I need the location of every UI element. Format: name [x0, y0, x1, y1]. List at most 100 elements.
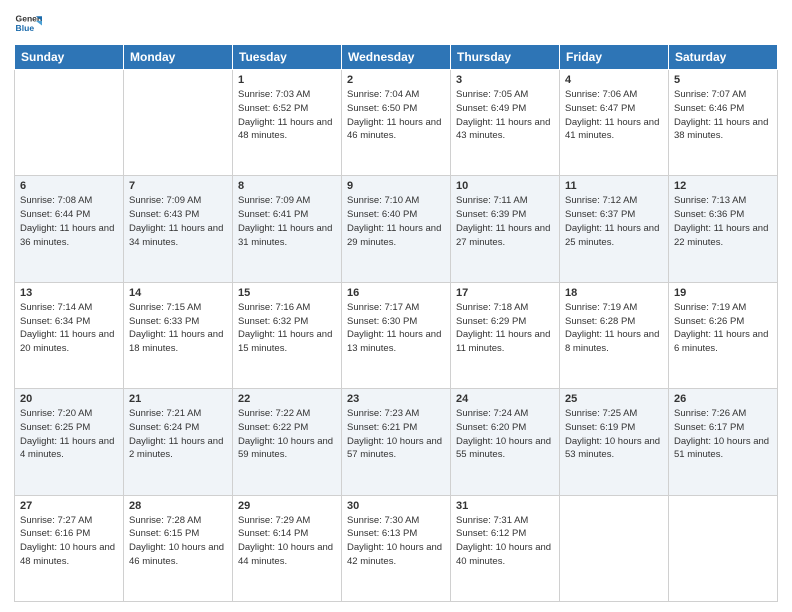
day-number: 11 [565, 180, 663, 192]
day-number: 24 [456, 393, 554, 405]
calendar-cell: 28 Sunrise: 7:28 AM Sunset: 6:15 PM Dayli… [124, 495, 233, 601]
day-number: 21 [129, 393, 227, 405]
calendar-cell: 15 Sunrise: 7:16 AM Sunset: 6:32 PM Dayli… [233, 282, 342, 388]
calendar-table: SundayMondayTuesdayWednesdayThursdayFrid… [14, 44, 778, 602]
day-info: Sunrise: 7:09 AM Sunset: 6:41 PM Dayligh… [238, 194, 336, 249]
day-number: 31 [456, 500, 554, 512]
day-info: Sunrise: 7:31 AM Sunset: 6:12 PM Dayligh… [456, 514, 554, 569]
calendar-cell: 10 Sunrise: 7:11 AM Sunset: 6:39 PM Dayli… [451, 176, 560, 282]
calendar-cell: 16 Sunrise: 7:17 AM Sunset: 6:30 PM Dayli… [342, 282, 451, 388]
day-info: Sunrise: 7:15 AM Sunset: 6:33 PM Dayligh… [129, 301, 227, 356]
day-info: Sunrise: 7:17 AM Sunset: 6:30 PM Dayligh… [347, 301, 445, 356]
calendar-cell: 29 Sunrise: 7:29 AM Sunset: 6:14 PM Dayli… [233, 495, 342, 601]
calendar-day-header: Wednesday [342, 45, 451, 70]
calendar-day-header: Sunday [15, 45, 124, 70]
calendar-cell [560, 495, 669, 601]
day-info: Sunrise: 7:08 AM Sunset: 6:44 PM Dayligh… [20, 194, 118, 249]
calendar-cell [15, 70, 124, 176]
day-number: 25 [565, 393, 663, 405]
day-info: Sunrise: 7:12 AM Sunset: 6:37 PM Dayligh… [565, 194, 663, 249]
day-number: 4 [565, 74, 663, 86]
logo: General Blue [14, 10, 42, 38]
calendar-week-row: 6 Sunrise: 7:08 AM Sunset: 6:44 PM Daylig… [15, 176, 778, 282]
calendar-cell: 5 Sunrise: 7:07 AM Sunset: 6:46 PM Daylig… [669, 70, 778, 176]
calendar-cell [669, 495, 778, 601]
calendar-cell: 26 Sunrise: 7:26 AM Sunset: 6:17 PM Dayli… [669, 389, 778, 495]
calendar-cell: 8 Sunrise: 7:09 AM Sunset: 6:41 PM Daylig… [233, 176, 342, 282]
day-info: Sunrise: 7:14 AM Sunset: 6:34 PM Dayligh… [20, 301, 118, 356]
day-number: 7 [129, 180, 227, 192]
day-info: Sunrise: 7:29 AM Sunset: 6:14 PM Dayligh… [238, 514, 336, 569]
day-number: 19 [674, 287, 772, 299]
day-number: 27 [20, 500, 118, 512]
calendar-header-row: SundayMondayTuesdayWednesdayThursdayFrid… [15, 45, 778, 70]
calendar-day-header: Tuesday [233, 45, 342, 70]
calendar-cell: 23Sunrise: 7:23 AM Sunset: 6:21 PM Dayli… [342, 389, 451, 495]
calendar-cell: 1 Sunrise: 7:03 AM Sunset: 6:52 PM Daylig… [233, 70, 342, 176]
calendar-cell: 30 Sunrise: 7:30 AM Sunset: 6:13 PM Dayli… [342, 495, 451, 601]
day-info: Sunrise: 7:27 AM Sunset: 6:16 PM Dayligh… [20, 514, 118, 569]
calendar-week-row: 1 Sunrise: 7:03 AM Sunset: 6:52 PM Daylig… [15, 70, 778, 176]
day-number: 17 [456, 287, 554, 299]
day-info: Sunrise: 7:11 AM Sunset: 6:39 PM Dayligh… [456, 194, 554, 249]
day-number: 2 [347, 74, 445, 86]
calendar-cell: 11 Sunrise: 7:12 AM Sunset: 6:37 PM Dayli… [560, 176, 669, 282]
calendar-week-row: 27 Sunrise: 7:27 AM Sunset: 6:16 PM Dayli… [15, 495, 778, 601]
day-info: Sunrise: 7:16 AM Sunset: 6:32 PM Dayligh… [238, 301, 336, 356]
day-number: 28 [129, 500, 227, 512]
page-header: General Blue [14, 10, 778, 38]
day-number: 13 [20, 287, 118, 299]
day-number: 6 [20, 180, 118, 192]
day-number: 12 [674, 180, 772, 192]
day-info: Sunrise: 7:25 AM Sunset: 6:19 PM Dayligh… [565, 407, 663, 462]
day-number: 3 [456, 74, 554, 86]
calendar-week-row: 13 Sunrise: 7:14 AM Sunset: 6:34 PM Dayli… [15, 282, 778, 388]
calendar-week-row: 20 Sunrise: 7:20 AM Sunset: 6:25 PM Dayli… [15, 389, 778, 495]
day-info: Sunrise: 7:24 AM Sunset: 6:20 PM Dayligh… [456, 407, 554, 462]
day-number: 16 [347, 287, 445, 299]
calendar-cell: 6 Sunrise: 7:08 AM Sunset: 6:44 PM Daylig… [15, 176, 124, 282]
calendar-cell: 18Sunrise: 7:19 AM Sunset: 6:28 PM Dayli… [560, 282, 669, 388]
day-number: 14 [129, 287, 227, 299]
calendar-cell: 19Sunrise: 7:19 AM Sunset: 6:26 PM Dayli… [669, 282, 778, 388]
calendar-cell: 20 Sunrise: 7:20 AM Sunset: 6:25 PM Dayli… [15, 389, 124, 495]
day-number: 15 [238, 287, 336, 299]
calendar-cell: 24 Sunrise: 7:24 AM Sunset: 6:20 PM Dayli… [451, 389, 560, 495]
day-info: Sunrise: 7:21 AM Sunset: 6:24 PM Dayligh… [129, 407, 227, 462]
calendar-cell: 14 Sunrise: 7:15 AM Sunset: 6:33 PM Dayli… [124, 282, 233, 388]
calendar-cell: 25 Sunrise: 7:25 AM Sunset: 6:19 PM Dayli… [560, 389, 669, 495]
day-info: Sunrise: 7:03 AM Sunset: 6:52 PM Dayligh… [238, 88, 336, 143]
day-info: Sunrise: 7:30 AM Sunset: 6:13 PM Dayligh… [347, 514, 445, 569]
day-info: Sunrise: 7:04 AM Sunset: 6:50 PM Dayligh… [347, 88, 445, 143]
logo-icon: General Blue [14, 10, 42, 38]
day-info: Sunrise: 7:10 AM Sunset: 6:40 PM Dayligh… [347, 194, 445, 249]
day-info: Sunrise: 7:22 AM Sunset: 6:22 PM Dayligh… [238, 407, 336, 462]
calendar-cell: 12 Sunrise: 7:13 AM Sunset: 6:36 PM Dayli… [669, 176, 778, 282]
day-number: 1 [238, 74, 336, 86]
day-info: Sunrise: 7:07 AM Sunset: 6:46 PM Dayligh… [674, 88, 772, 143]
calendar-cell [124, 70, 233, 176]
day-info: Sunrise: 7:28 AM Sunset: 6:15 PM Dayligh… [129, 514, 227, 569]
calendar-cell: 31 Sunrise: 7:31 AM Sunset: 6:12 PM Dayli… [451, 495, 560, 601]
day-number: 9 [347, 180, 445, 192]
day-info: Sunrise: 7:26 AM Sunset: 6:17 PM Dayligh… [674, 407, 772, 462]
day-info: Sunrise: 7:05 AM Sunset: 6:49 PM Dayligh… [456, 88, 554, 143]
day-number: 26 [674, 393, 772, 405]
day-number: 8 [238, 180, 336, 192]
day-number: 20 [20, 393, 118, 405]
day-info: Sunrise: 7:20 AM Sunset: 6:25 PM Dayligh… [20, 407, 118, 462]
calendar-cell: 22 Sunrise: 7:22 AM Sunset: 6:22 PM Dayli… [233, 389, 342, 495]
day-number: 5 [674, 74, 772, 86]
day-number: 22 [238, 393, 336, 405]
day-info: Sunrise: 7:06 AM Sunset: 6:47 PM Dayligh… [565, 88, 663, 143]
svg-text:Blue: Blue [16, 23, 35, 33]
day-info: Sunrise: 7:09 AM Sunset: 6:43 PM Dayligh… [129, 194, 227, 249]
calendar-cell: 17Sunrise: 7:18 AM Sunset: 6:29 PM Dayli… [451, 282, 560, 388]
calendar-cell: 27 Sunrise: 7:27 AM Sunset: 6:16 PM Dayli… [15, 495, 124, 601]
calendar-day-header: Friday [560, 45, 669, 70]
day-number: 10 [456, 180, 554, 192]
day-info: Sunrise: 7:13 AM Sunset: 6:36 PM Dayligh… [674, 194, 772, 249]
day-number: 30 [347, 500, 445, 512]
calendar-cell: 7 Sunrise: 7:09 AM Sunset: 6:43 PM Daylig… [124, 176, 233, 282]
day-number: 29 [238, 500, 336, 512]
